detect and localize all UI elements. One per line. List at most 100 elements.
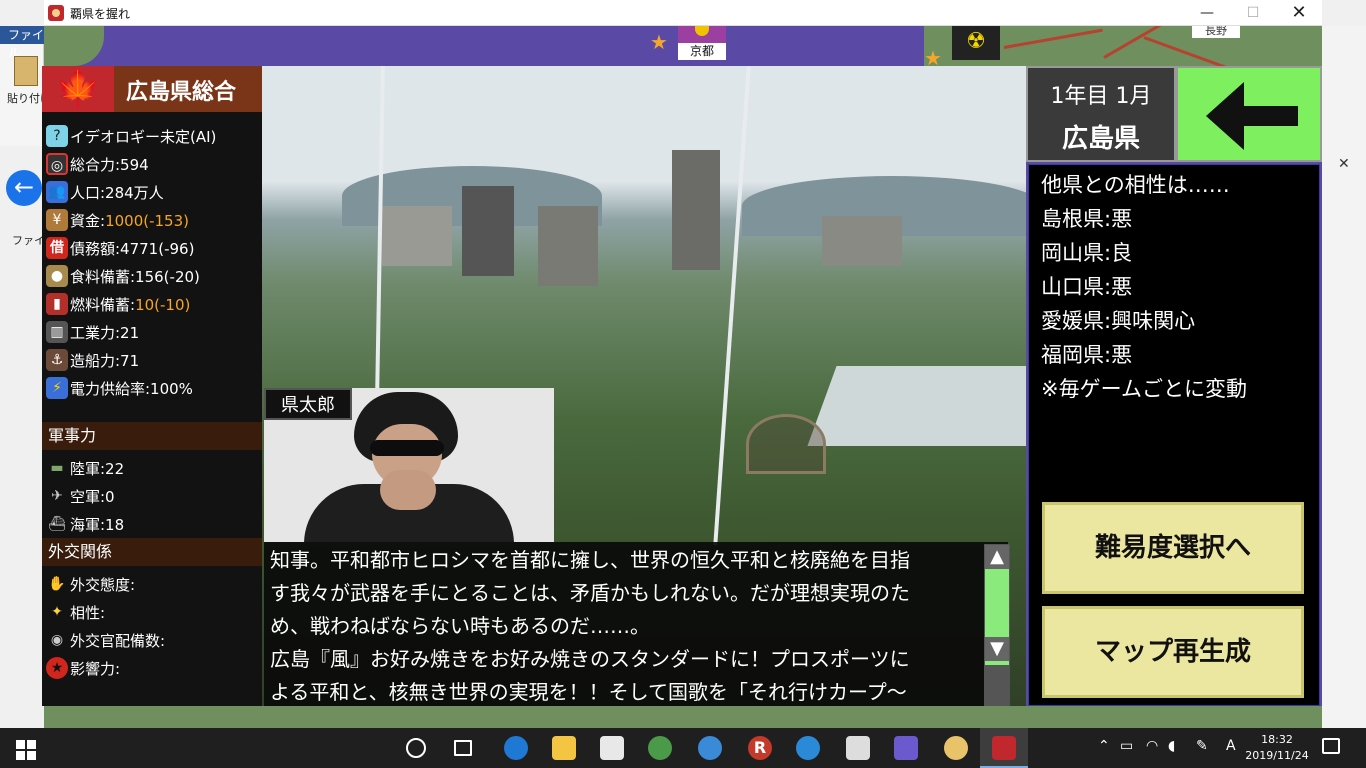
battery-icon[interactable]: ▭ <box>1120 738 1133 754</box>
start-button[interactable] <box>0 728 48 768</box>
dialog-line: 知事。平和都市ヒロシマを首都に擁し、世界の恒久平和と核廃絶を目指 <box>270 548 910 572</box>
map-land <box>44 26 104 66</box>
difficulty-select-button[interactable]: 難易度選択へ <box>1042 502 1304 594</box>
minimize-button[interactable]: — <box>1184 0 1230 26</box>
fuel-barrel-icon: ▮ <box>46 293 68 315</box>
paste-icon[interactable] <box>14 56 38 86</box>
notification-icon[interactable] <box>1322 738 1340 754</box>
stat-row-army: ▬ 陸軍:22 <box>44 454 260 482</box>
app-icon-blue[interactable] <box>698 736 722 760</box>
taskbar-clock[interactable]: 18:32 2019/11/24 <box>1244 732 1310 764</box>
stat-row-food: ● 食料備蓄:156(-20) <box>44 262 260 290</box>
compat-okayama: 岡山県:良 <box>1041 241 1133 265</box>
portrait-hands <box>380 470 436 510</box>
wifi-icon[interactable]: ◠ <box>1146 738 1158 754</box>
scroll-down-icon[interactable]: ▼ <box>985 637 1009 661</box>
dialog-box: 知事。平和都市ヒロシマを首都に擁し、世界の恒久平和と核廃絶を目指 す我々が武器を… <box>264 542 1008 706</box>
photo-building <box>462 186 514 276</box>
stat-population: 人口:284万人 <box>70 184 164 202</box>
stat-navy: 海軍:18 <box>70 516 125 534</box>
chevron-up-icon[interactable]: ⌃ <box>1098 738 1110 754</box>
back-arrow-icon[interactable]: ← <box>6 170 42 206</box>
store-icon[interactable] <box>600 736 624 760</box>
red-star-icon: ★ <box>46 657 68 679</box>
windows-logo-icon <box>27 751 36 760</box>
ime-indicator[interactable]: A <box>1226 738 1236 754</box>
photo-river <box>807 366 1026 446</box>
rings-icon: ◎ <box>46 153 68 175</box>
nagano-label: 長野 <box>1192 26 1240 38</box>
lightning-icon: ⚡ <box>46 377 68 399</box>
battleship-icon: ⛴ <box>48 516 66 532</box>
stat-row-ideology: ? イデオロギー未定(AI) <box>44 122 260 150</box>
photo-building <box>382 206 452 266</box>
stat-row-airforce: ✈ 空軍:0 <box>44 482 260 510</box>
cortana-icon[interactable] <box>406 738 426 758</box>
file-explorer-icon[interactable] <box>552 736 576 760</box>
compat-ehime: 愛媛県:興味関心 <box>1041 309 1196 333</box>
dialog-text: 知事。平和都市ヒロシマを首都に擁し、世界の恒久平和と核廃絶を目指 す我々が武器を… <box>270 544 980 709</box>
stat-row-funds: ¥ 資金:1000(-153) <box>44 206 260 234</box>
paint-icon[interactable] <box>944 736 968 760</box>
stat-row-power-supply: ⚡ 電力供給率:100% <box>44 374 260 402</box>
regenerate-map-button[interactable]: マップ再生成 <box>1042 606 1304 698</box>
game-taskbar-button[interactable] <box>980 728 1028 768</box>
photo-building <box>538 206 598 286</box>
close-icon[interactable]: ✕ <box>1338 156 1350 172</box>
app-icon-green[interactable] <box>648 736 672 760</box>
back-arrow-icon <box>1206 82 1244 150</box>
compat-shimane: 島根県:悪 <box>1041 207 1133 231</box>
star-icon: ★ <box>650 30 668 54</box>
stat-row-compatibility: ✦ 相性: <box>44 598 260 626</box>
game-app-icon <box>992 736 1016 760</box>
windows-logo-icon <box>16 740 25 749</box>
game-date: 1年目 1月 <box>1050 84 1152 109</box>
compat-yamaguchi: 山口県:悪 <box>1041 275 1133 299</box>
photo-building <box>822 216 902 266</box>
prefecture-title: 広島県総合 <box>126 80 237 105</box>
jet-icon: ✈ <box>51 488 63 504</box>
people-icon: 👥 <box>46 181 68 203</box>
photo-building <box>672 150 720 270</box>
radiation-icon[interactable]: ☢ <box>952 26 1000 60</box>
sunglasses-icon <box>370 440 444 456</box>
app-icon-purple[interactable] <box>894 736 918 760</box>
edge-icon[interactable] <box>504 736 528 760</box>
background-file-tab[interactable]: ファイル <box>0 26 44 60</box>
governor-portrait: 県太郎 <box>264 388 554 542</box>
volume-icon[interactable]: ◖ <box>1168 738 1175 754</box>
diplomat-icon: ◉ <box>50 632 64 648</box>
app-icon-r[interactable]: R <box>748 736 772 760</box>
stat-funds-label: 資金: <box>70 212 106 230</box>
scroll-up-icon[interactable]: ▲ <box>985 545 1009 569</box>
dialog-line: め、戦わねばならない時もあるのだ……。 <box>270 614 650 638</box>
stat-compatibility: 相性: <box>70 604 106 622</box>
maximize-button[interactable]: ☐ <box>1230 0 1276 26</box>
ie-icon[interactable] <box>796 736 820 760</box>
stat-debt: 債務額:4771(-96) <box>70 240 195 258</box>
stat-row-influence: ★ 影響力: <box>44 654 260 682</box>
background-ribbon <box>0 26 44 146</box>
task-view-icon[interactable] <box>454 740 472 756</box>
military-header: 軍事力 <box>42 422 262 450</box>
back-button[interactable] <box>1176 66 1322 162</box>
mail-icon[interactable] <box>846 736 870 760</box>
pen-icon[interactable]: ✎ <box>1196 738 1208 754</box>
stat-row-navy: ⛴ 海軍:18 <box>44 510 260 538</box>
windows-logo-icon <box>27 740 36 749</box>
dialog-scrollbar[interactable]: ▲ ▼ <box>984 544 1010 706</box>
maple-leaf-flag-icon: 🍁 <box>42 66 114 112</box>
taskbar: R ⌃ ▭ ◠ ◖ ✎ A 18:32 2019/11/24 <box>0 728 1366 768</box>
stat-power-supply: 電力供給率:100% <box>70 380 193 398</box>
kyoto-label: 京都 <box>678 43 726 60</box>
scroll-track[interactable] <box>985 665 1009 705</box>
stat-row-debt: 借 債務額:4771(-96) <box>44 234 260 262</box>
close-window-button[interactable]: ✕ <box>1276 0 1322 26</box>
clock-time: 18:32 <box>1261 733 1293 746</box>
food-sacks-icon: ● <box>46 265 68 287</box>
stat-shipbuilding: 造船力:71 <box>70 352 140 370</box>
handshake-icon: ✋ <box>48 576 66 592</box>
atomic-dome <box>746 414 826 474</box>
app-logo-icon <box>48 5 64 21</box>
back-arrow-shaft <box>1242 106 1298 126</box>
